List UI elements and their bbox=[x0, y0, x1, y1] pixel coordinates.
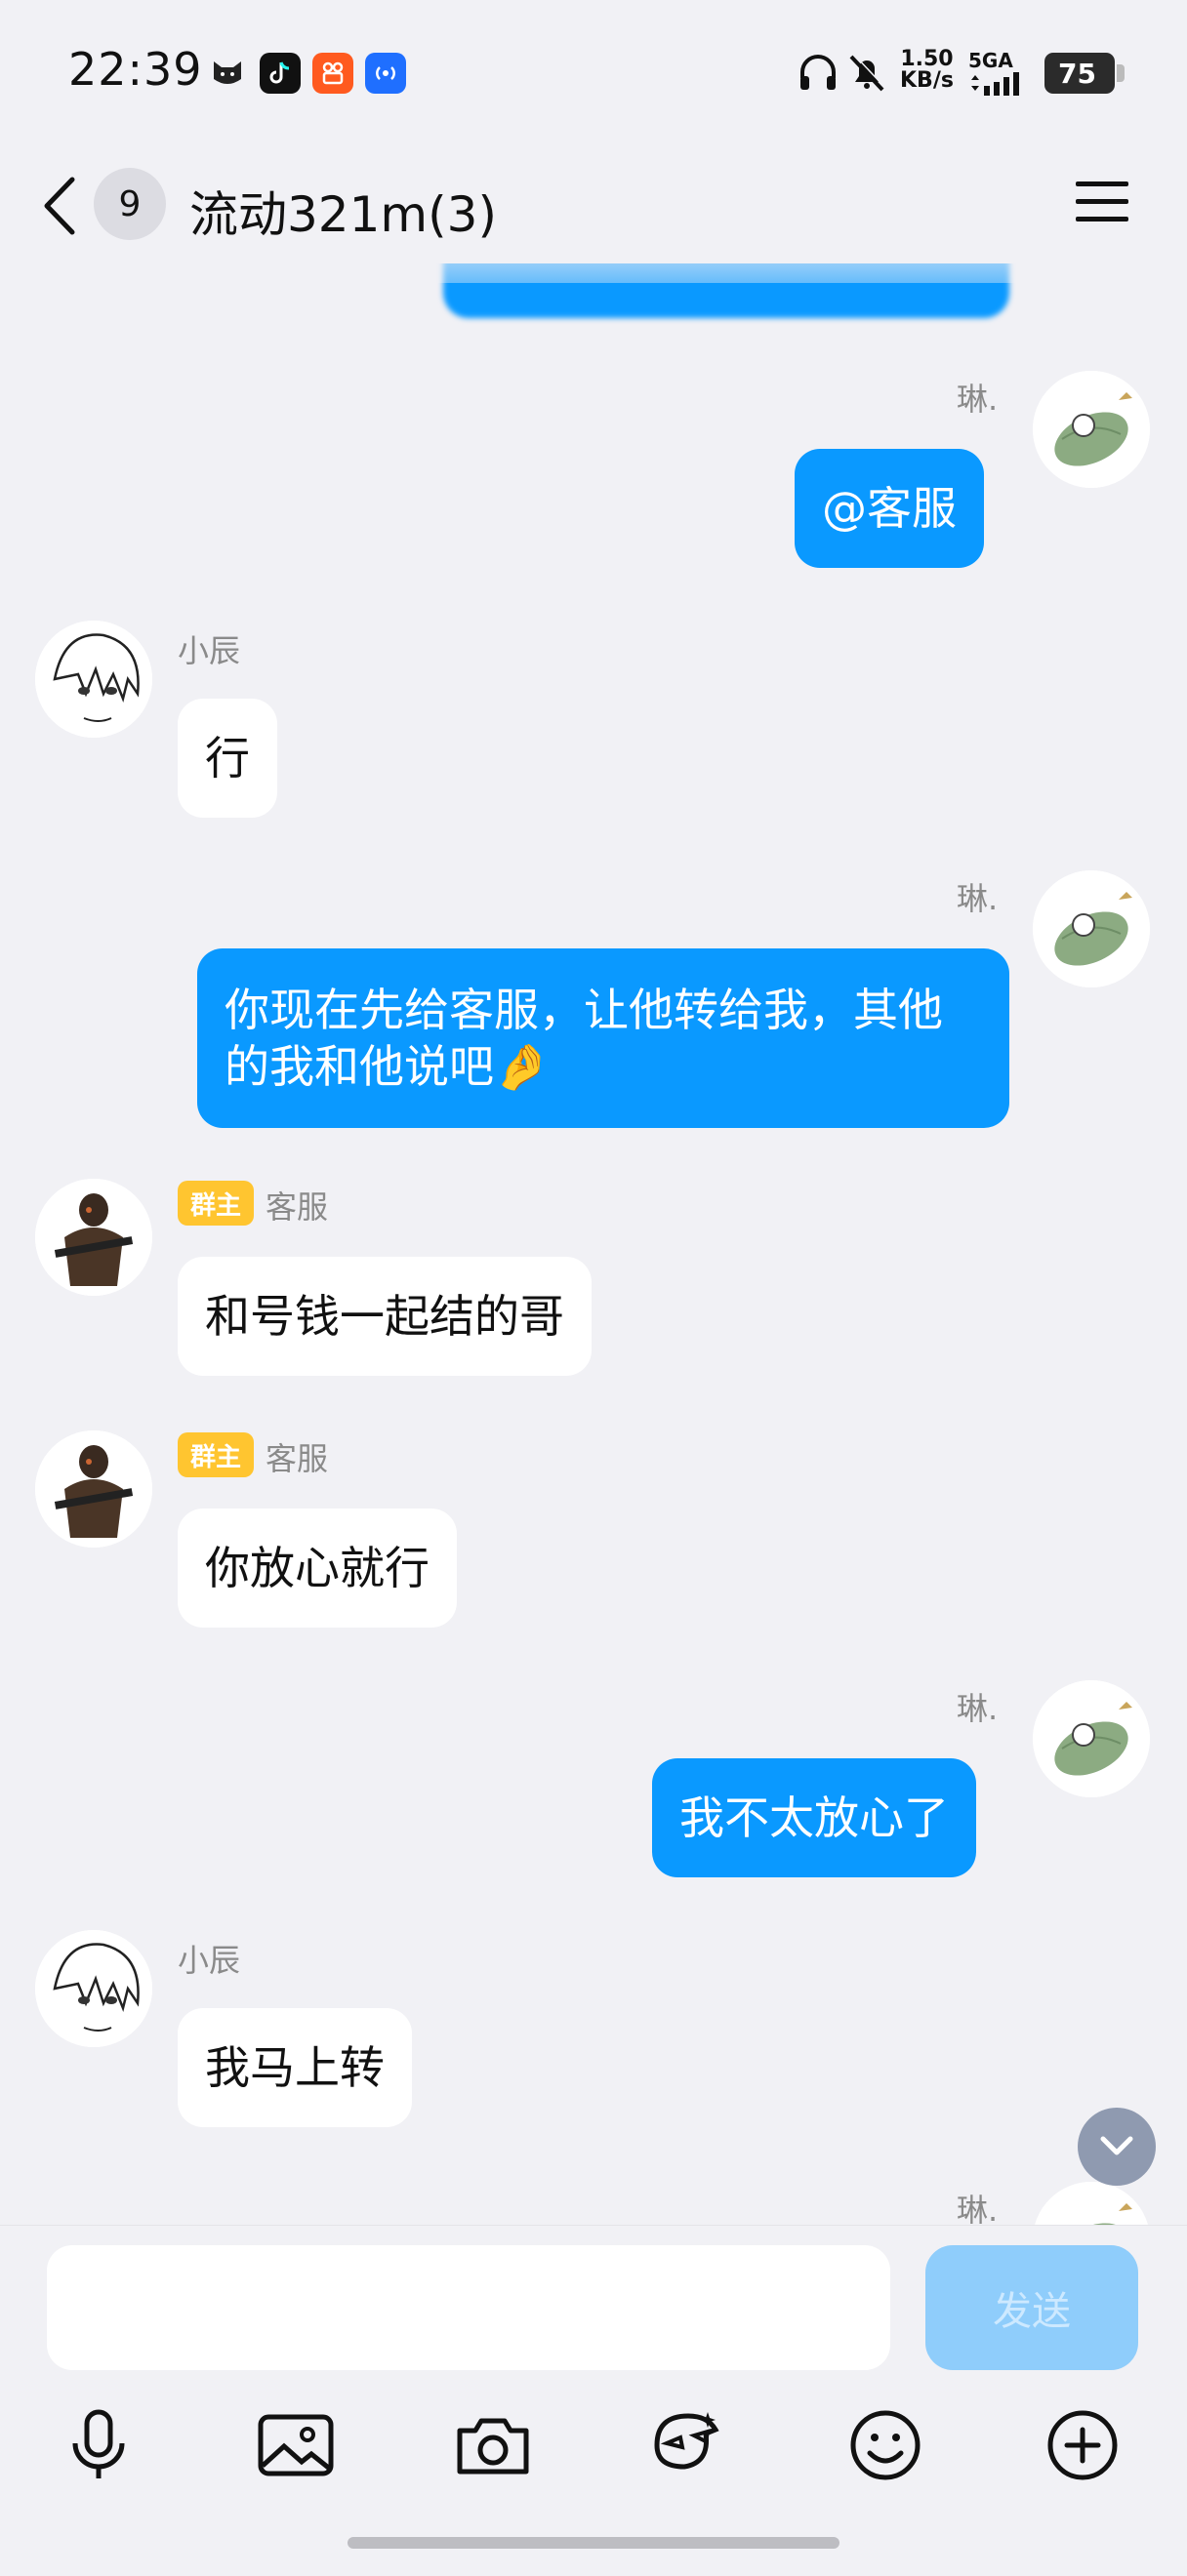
soldier-avatar-icon bbox=[35, 1430, 152, 1548]
network-label: 5GA bbox=[968, 49, 1013, 72]
chat-header: 9 流动321m(3) bbox=[0, 146, 1187, 263]
status-bar: 22:39 1.50 KB/s 5GA 75 bbox=[0, 0, 1187, 146]
plus-icon bbox=[1047, 2410, 1118, 2480]
speed-unit: KB/s bbox=[900, 68, 954, 93]
send-button[interactable]: 发送 bbox=[925, 2245, 1138, 2370]
gourd-avatar-icon bbox=[1033, 371, 1150, 488]
sticker-icon bbox=[654, 2412, 719, 2470]
battery-level: 75 bbox=[1058, 57, 1096, 90]
signal-icon bbox=[971, 72, 1019, 96]
input-area: 发送 bbox=[0, 2225, 1187, 2576]
chat-title[interactable]: 流动321m(3) bbox=[189, 176, 497, 246]
gourd-avatar-icon bbox=[1033, 870, 1150, 987]
avatar[interactable] bbox=[1033, 2182, 1150, 2225]
avatar[interactable] bbox=[35, 1179, 152, 1296]
emoji-icon bbox=[850, 2410, 921, 2480]
message-bubble[interactable]: 你放心就行 bbox=[178, 1509, 457, 1628]
network-speed: 1.50 KB/s bbox=[900, 49, 954, 92]
gallery-button[interactable] bbox=[252, 2401, 340, 2489]
message-text: 你现在先给客服，让他转给我，其他的我和他说吧🤌 bbox=[225, 984, 943, 1093]
owner-badge: 群主 bbox=[178, 1432, 254, 1477]
message-bubble[interactable]: 你现在先给客服，让他转给我，其他的我和他说吧🤌 bbox=[197, 948, 1009, 1128]
avatar[interactable] bbox=[1033, 1680, 1150, 1797]
home-indicator[interactable] bbox=[348, 2537, 839, 2549]
avatar[interactable] bbox=[35, 1430, 152, 1548]
gourd-avatar-icon bbox=[1033, 2182, 1150, 2225]
sender-name: 客服 bbox=[266, 1440, 329, 1477]
message-bubble[interactable]: 行 bbox=[178, 699, 277, 818]
clock: 22:39 bbox=[68, 43, 203, 96]
back-button[interactable] bbox=[39, 172, 84, 240]
anime-avatar-icon bbox=[35, 1930, 152, 2047]
microphone-icon bbox=[72, 2409, 125, 2478]
owner-badge: 群主 bbox=[178, 1181, 254, 1226]
sender-name: 琳. bbox=[957, 381, 999, 418]
unread-count-badge[interactable]: 9 bbox=[94, 168, 166, 240]
bell-muted-icon bbox=[845, 51, 888, 98]
more-button[interactable] bbox=[1039, 2401, 1126, 2489]
avatar[interactable] bbox=[1033, 870, 1150, 987]
sender-name: 琳. bbox=[957, 1690, 999, 1727]
tiktok-icon bbox=[260, 53, 301, 94]
message-bubble[interactable]: 我马上转 bbox=[178, 2008, 412, 2127]
menu-button[interactable] bbox=[1074, 178, 1130, 226]
fade-overlay bbox=[371, 263, 1074, 283]
sender-name: 琳. bbox=[957, 880, 999, 917]
gourd-avatar-icon bbox=[1033, 1680, 1150, 1797]
sender-name: 小辰 bbox=[178, 632, 241, 669]
broadcast-icon bbox=[365, 53, 406, 94]
kuaishou-icon bbox=[312, 53, 353, 94]
message-bubble[interactable]: 和号钱一起结的哥 bbox=[178, 1257, 592, 1376]
cat-app-icon bbox=[207, 53, 248, 94]
message-input[interactable] bbox=[47, 2245, 890, 2370]
image-icon bbox=[258, 2414, 334, 2476]
avatar[interactable] bbox=[1033, 371, 1150, 488]
battery-indicator: 75 bbox=[1044, 53, 1125, 94]
avatar[interactable] bbox=[35, 1930, 152, 2047]
voice-button[interactable] bbox=[55, 2401, 143, 2489]
headphones-icon bbox=[797, 51, 839, 98]
sticker-button[interactable] bbox=[644, 2401, 732, 2489]
scroll-to-bottom-button[interactable] bbox=[1078, 2108, 1156, 2186]
soldier-avatar-icon bbox=[35, 1179, 152, 1296]
camera-button[interactable] bbox=[449, 2401, 537, 2489]
camera-icon bbox=[457, 2418, 529, 2475]
message-list[interactable]: 琳. @客服 小辰 行 琳. 你现在先给客服，让他转给我，其他的我和他说吧🤌 群… bbox=[0, 263, 1187, 2225]
emoji-button[interactable] bbox=[841, 2401, 929, 2489]
speed-value: 1.50 bbox=[900, 47, 954, 71]
network-type: 5GA bbox=[968, 49, 1019, 96]
chevron-down-icon bbox=[1100, 2136, 1133, 2155]
sender-name: 小辰 bbox=[178, 1942, 241, 1979]
sender-name: 客服 bbox=[266, 1188, 329, 1226]
sender-name: 琳. bbox=[957, 2192, 999, 2225]
chevron-left-icon bbox=[44, 177, 75, 235]
message-bubble[interactable]: @客服 bbox=[795, 449, 984, 568]
avatar[interactable] bbox=[35, 621, 152, 738]
message-bubble[interactable]: 我不太放心了 bbox=[652, 1758, 976, 1877]
anime-avatar-icon bbox=[35, 621, 152, 738]
hamburger-icon bbox=[1076, 181, 1128, 221]
